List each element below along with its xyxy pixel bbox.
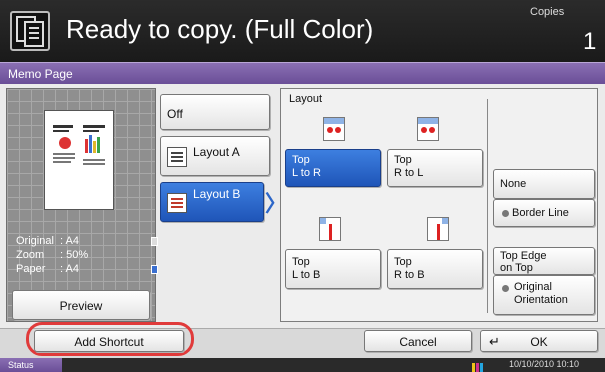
top-r-to-l-button[interactable]: Top R to L	[387, 149, 483, 187]
top-r-to-b-icon	[427, 217, 449, 241]
memo-off-button[interactable]: Off	[160, 94, 270, 130]
copies-label: Copies	[530, 6, 565, 18]
ok-button[interactable]: ↵ OK	[480, 330, 598, 352]
preview-panel: Original: A4 Zoom: 50% Paper: A4	[6, 88, 158, 322]
main-area: Original: A4 Zoom: 50% Paper: A4 Preview…	[0, 84, 605, 328]
original-orientation-icon	[151, 237, 158, 246]
zoom-row: Zoom: 50%	[16, 249, 89, 261]
layout-b-icon	[167, 193, 187, 213]
copy-screen: Ready to copy. (Full Color) Copies 1 Mem…	[0, 0, 605, 372]
top-r-to-b-button[interactable]: Top R to B	[387, 249, 483, 289]
header: Ready to copy. (Full Color) Copies 1	[0, 0, 605, 62]
preview-button[interactable]: Preview	[12, 290, 150, 320]
original-size-row: Original: A4	[16, 235, 79, 247]
header-title: Ready to copy. (Full Color)	[66, 14, 374, 44]
radio-dot-icon	[502, 285, 509, 292]
copies-count: 1	[583, 28, 597, 55]
add-shortcut-button[interactable]: Add Shortcut	[34, 330, 184, 352]
page-preview-thumbnail	[44, 110, 114, 210]
radio-dot-icon	[502, 210, 509, 217]
cancel-button[interactable]: Cancel	[364, 330, 472, 352]
status-button[interactable]: Status	[0, 358, 62, 372]
top-l-to-b-icon	[319, 217, 341, 241]
layout-caption: Layout	[289, 93, 323, 105]
border-line-button[interactable]: Border Line	[493, 199, 595, 227]
top-edge-on-top-button[interactable]: Top Edge on Top	[493, 247, 595, 275]
layout-b-button[interactable]: Layout B	[160, 182, 264, 222]
top-l-to-r-button[interactable]: Top L to R	[285, 149, 381, 187]
layout-a-icon	[167, 147, 187, 167]
top-l-to-r-icon	[323, 117, 345, 141]
function-title-bar: Memo Page	[0, 62, 605, 84]
layout-a-button[interactable]: Layout A	[160, 136, 270, 176]
copy-mode-icon	[10, 11, 50, 51]
top-l-to-b-button[interactable]: Top L to B	[285, 249, 381, 289]
paper-tray-icon	[151, 265, 158, 274]
function-title: Memo Page	[8, 67, 73, 81]
paper-size-row: Paper: A4	[16, 263, 79, 275]
border-none-button[interactable]: None	[493, 169, 595, 199]
layout-panel: Layout Top L to R Top R to L Top L to B	[280, 88, 598, 322]
date-time: 10/10/2010 10:10	[509, 359, 580, 369]
layout-divider	[487, 99, 488, 313]
top-r-to-l-icon	[417, 117, 439, 141]
toner-level-icon	[472, 360, 486, 372]
original-orientation-button[interactable]: Original Orientation	[493, 275, 595, 315]
